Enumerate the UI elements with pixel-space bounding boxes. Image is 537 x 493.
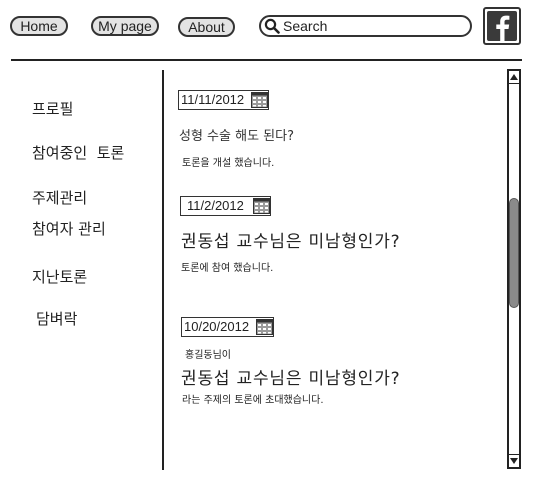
sidebar-divider bbox=[162, 70, 164, 470]
date-picker[interactable]: 11/2/2012 bbox=[180, 196, 271, 216]
sidebar-item-past-debates[interactable]: 지난토론 bbox=[32, 268, 87, 286]
date-value: 11/11/2012 bbox=[181, 92, 245, 107]
feed-item-prefix: 홍길동님이 bbox=[185, 350, 231, 361]
nav-home-button[interactable]: Home bbox=[10, 16, 68, 36]
date-picker[interactable]: 11/11/2012 bbox=[178, 90, 269, 110]
search-icon bbox=[264, 18, 280, 34]
sidebar-item-wall[interactable]: 담벼락 bbox=[36, 310, 77, 328]
scrollbar-thumb[interactable] bbox=[509, 198, 519, 308]
feed-item-description: 토론에 참여 했습니다. bbox=[181, 263, 274, 274]
arrow-up-icon bbox=[510, 74, 518, 80]
date-value: 10/20/2012 bbox=[184, 319, 250, 334]
scroll-down-button[interactable] bbox=[509, 454, 519, 467]
calendar-icon[interactable] bbox=[253, 198, 270, 214]
feed-item-title[interactable]: 권동섭 교수님은 미남형인가? bbox=[181, 369, 401, 389]
scroll-up-button[interactable] bbox=[509, 71, 519, 84]
header-divider bbox=[11, 59, 522, 61]
sidebar-item-profile[interactable]: 프로필 bbox=[32, 100, 73, 118]
calendar-icon[interactable] bbox=[256, 319, 273, 335]
feed-item-title[interactable]: 권동섭 교수님은 미남형인가? bbox=[181, 232, 401, 252]
search-input[interactable] bbox=[283, 18, 463, 34]
nav-about-button[interactable]: About bbox=[178, 17, 235, 37]
facebook-icon bbox=[487, 11, 517, 41]
facebook-button[interactable] bbox=[483, 7, 521, 45]
search-box[interactable] bbox=[259, 15, 472, 37]
sidebar-item-participant-management[interactable]: 참여자 관리 bbox=[32, 220, 106, 238]
feed-item-description: 토론을 개설 했습니다. bbox=[182, 158, 275, 169]
sidebar-item-active-debates[interactable]: 참여중인 토론 bbox=[32, 144, 124, 162]
nav-mypage-button[interactable]: My page bbox=[91, 16, 159, 36]
date-picker[interactable]: 10/20/2012 bbox=[181, 317, 274, 337]
feed-item-title[interactable]: 성형 수술 해도 된다? bbox=[179, 129, 294, 145]
feed-item-description: 라는 주제의 토론에 초대했습니다. bbox=[182, 395, 324, 406]
calendar-icon[interactable] bbox=[251, 92, 268, 108]
arrow-down-icon bbox=[510, 458, 518, 464]
sidebar-item-topic-management[interactable]: 주제관리 bbox=[32, 189, 87, 207]
date-value: 11/2/2012 bbox=[187, 198, 244, 213]
scrollbar[interactable] bbox=[507, 69, 521, 469]
